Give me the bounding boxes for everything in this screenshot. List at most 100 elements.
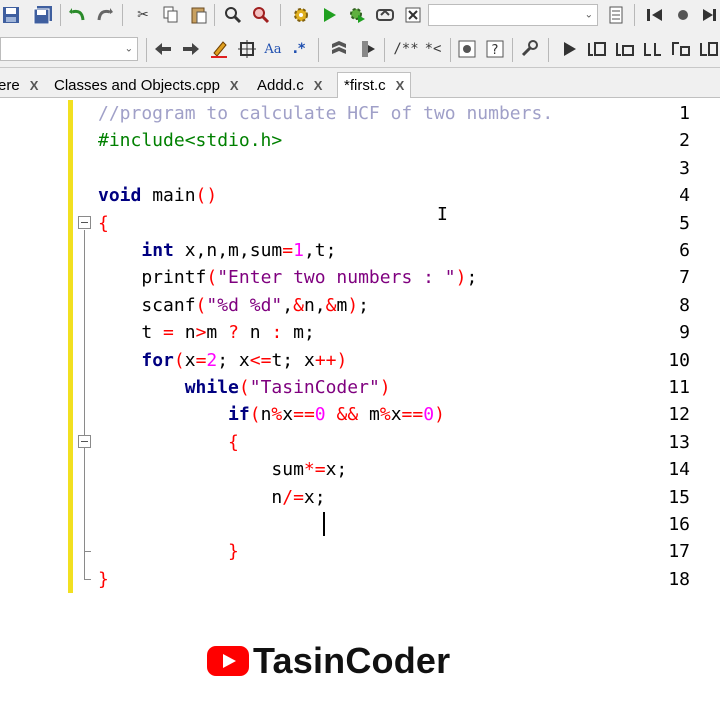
code-line-17[interactable]: } xyxy=(98,538,239,565)
copy-icon[interactable] xyxy=(160,4,182,26)
line-number: 10 xyxy=(668,350,690,371)
compile-gear-icon[interactable] xyxy=(290,4,312,26)
line-number: 12 xyxy=(668,404,690,425)
save-all-icon[interactable] xyxy=(32,4,54,26)
channel-watermark: TasinCoder xyxy=(207,639,450,683)
line-number: 6 xyxy=(679,240,690,261)
run-icon[interactable] xyxy=(318,4,340,26)
comment-button[interactable]: /** xyxy=(390,38,422,60)
code-line-13[interactable]: { xyxy=(98,429,239,456)
editor-tab-bar: ere X Classes and Objects.cpp X Addd.c X… xyxy=(0,68,720,98)
step-out-icon[interactable] xyxy=(670,38,692,60)
next-icon[interactable] xyxy=(698,4,720,26)
chevron-down-icon: ⌄ xyxy=(124,43,133,55)
line-number-gutter xyxy=(0,98,68,720)
replace-icon[interactable] xyxy=(250,4,272,26)
main-toolbar: ✂ ⌄ xyxy=(0,0,720,30)
close-icon[interactable]: X xyxy=(30,78,39,93)
line-number: 2 xyxy=(679,130,690,151)
line-number: 18 xyxy=(668,569,690,590)
save-icon[interactable] xyxy=(0,4,22,26)
line-number: 9 xyxy=(679,322,690,343)
rebuild-icon[interactable] xyxy=(374,4,396,26)
find-icon[interactable] xyxy=(222,4,244,26)
tab-classes-and-objects[interactable]: Classes and Objects.cpp X xyxy=(54,72,239,98)
back-arrow-icon[interactable] xyxy=(152,38,174,60)
next-line-icon[interactable] xyxy=(614,38,636,60)
line-number: 1 xyxy=(679,103,690,124)
toggle-view-icon[interactable] xyxy=(456,38,478,60)
tab-addd[interactable]: Addd.c X xyxy=(257,72,322,98)
code-line-4[interactable]: void main() xyxy=(98,182,217,209)
line-number: 16 xyxy=(668,514,690,535)
select-block-icon[interactable] xyxy=(236,38,258,60)
build-target-combo[interactable]: ⌄ xyxy=(428,4,598,26)
code-editor[interactable]: 1 2 3 4 5 6 7 8 9 10 11 12 13 14 15 16 1… xyxy=(0,98,720,720)
uncomment-button[interactable]: *< xyxy=(420,38,446,60)
secondary-toolbar: ⌄ Aa .* /** *< ? xyxy=(0,30,720,68)
wrench-icon[interactable] xyxy=(518,38,540,60)
line-number: 8 xyxy=(679,295,690,316)
code-line-10[interactable]: for(x=2; x<=t; x++) xyxy=(98,347,347,374)
highlight-pen-icon[interactable] xyxy=(208,38,230,60)
code-line-18[interactable]: } xyxy=(98,566,109,593)
youtube-logo-icon xyxy=(207,646,249,676)
line-number: 14 xyxy=(668,459,690,480)
code-line-1[interactable]: //program to calculate HCF of two number… xyxy=(98,100,553,127)
undo-icon[interactable] xyxy=(66,4,88,26)
line-number: 15 xyxy=(668,487,690,508)
debug-run-icon[interactable] xyxy=(558,38,580,60)
tab-first[interactable]: *first.c X xyxy=(337,72,412,98)
step-into-icon[interactable] xyxy=(642,38,664,60)
fold-toggle-icon[interactable] xyxy=(78,435,91,448)
next-instruction-icon[interactable] xyxy=(698,38,720,60)
line-number: 11 xyxy=(668,377,690,398)
fold-guide xyxy=(84,230,85,580)
tab-label: Addd.c xyxy=(257,76,304,94)
code-line-14[interactable]: sum*=x; xyxy=(98,456,347,483)
code-line-2[interactable]: #include<stdio.h> xyxy=(98,127,282,154)
svg-text:?: ? xyxy=(492,43,499,58)
code-line-9[interactable]: t = n>m ? n : m; xyxy=(98,319,314,346)
cut-icon[interactable]: ✂ xyxy=(132,4,154,26)
code-line-5[interactable]: { xyxy=(98,210,109,237)
bookmark-toggle-icon[interactable] xyxy=(328,38,350,60)
code-line-11[interactable]: while("TasinCoder") xyxy=(98,374,391,401)
close-icon[interactable]: X xyxy=(314,78,323,93)
fold-margin xyxy=(73,98,95,720)
fold-end-marker xyxy=(84,579,91,580)
code-line-12[interactable]: if(n%x==0 && m%x==0) xyxy=(98,401,445,428)
close-icon[interactable]: X xyxy=(396,78,405,93)
code-line-8[interactable]: scanf("%d %d",&n,&m); xyxy=(98,292,369,319)
scope-combo[interactable]: ⌄ xyxy=(0,37,138,61)
line-number: 5 xyxy=(679,213,690,234)
chevron-down-icon: ⌄ xyxy=(584,9,593,21)
breakpoint-icon[interactable] xyxy=(672,4,694,26)
code-line-6[interactable]: int x,n,m,sum=1,t; xyxy=(98,237,336,264)
first-icon[interactable] xyxy=(644,4,666,26)
redo-icon[interactable] xyxy=(94,4,116,26)
regex-icon[interactable]: .* xyxy=(288,38,310,60)
tab-label: Classes and Objects.cpp xyxy=(54,76,220,94)
line-number: 4 xyxy=(679,185,690,206)
tab-label: ere xyxy=(0,76,20,94)
fold-end-marker xyxy=(84,551,91,552)
help-icon[interactable]: ? xyxy=(484,38,506,60)
fold-toggle-icon[interactable] xyxy=(78,216,91,229)
watermark-text: TasinCoder xyxy=(253,640,451,681)
code-line-15[interactable]: n/=x; xyxy=(98,484,325,511)
tab-label: *first.c xyxy=(344,77,386,94)
code-line-7[interactable]: printf("Enter two numbers : "); xyxy=(98,264,477,291)
run-to-cursor-icon[interactable] xyxy=(586,38,608,60)
list-icon[interactable] xyxy=(606,4,628,26)
bookmark-next-icon[interactable] xyxy=(356,38,378,60)
stop-icon[interactable] xyxy=(402,4,424,26)
compile-run-icon[interactable] xyxy=(346,4,368,26)
paste-icon[interactable] xyxy=(188,4,210,26)
match-case-icon[interactable]: Aa xyxy=(262,38,284,60)
text-caret xyxy=(323,512,325,536)
tab-partial[interactable]: ere X xyxy=(0,72,38,98)
forward-arrow-icon[interactable] xyxy=(180,38,202,60)
code-line-16[interactable] xyxy=(98,511,271,538)
close-icon[interactable]: X xyxy=(230,78,239,93)
